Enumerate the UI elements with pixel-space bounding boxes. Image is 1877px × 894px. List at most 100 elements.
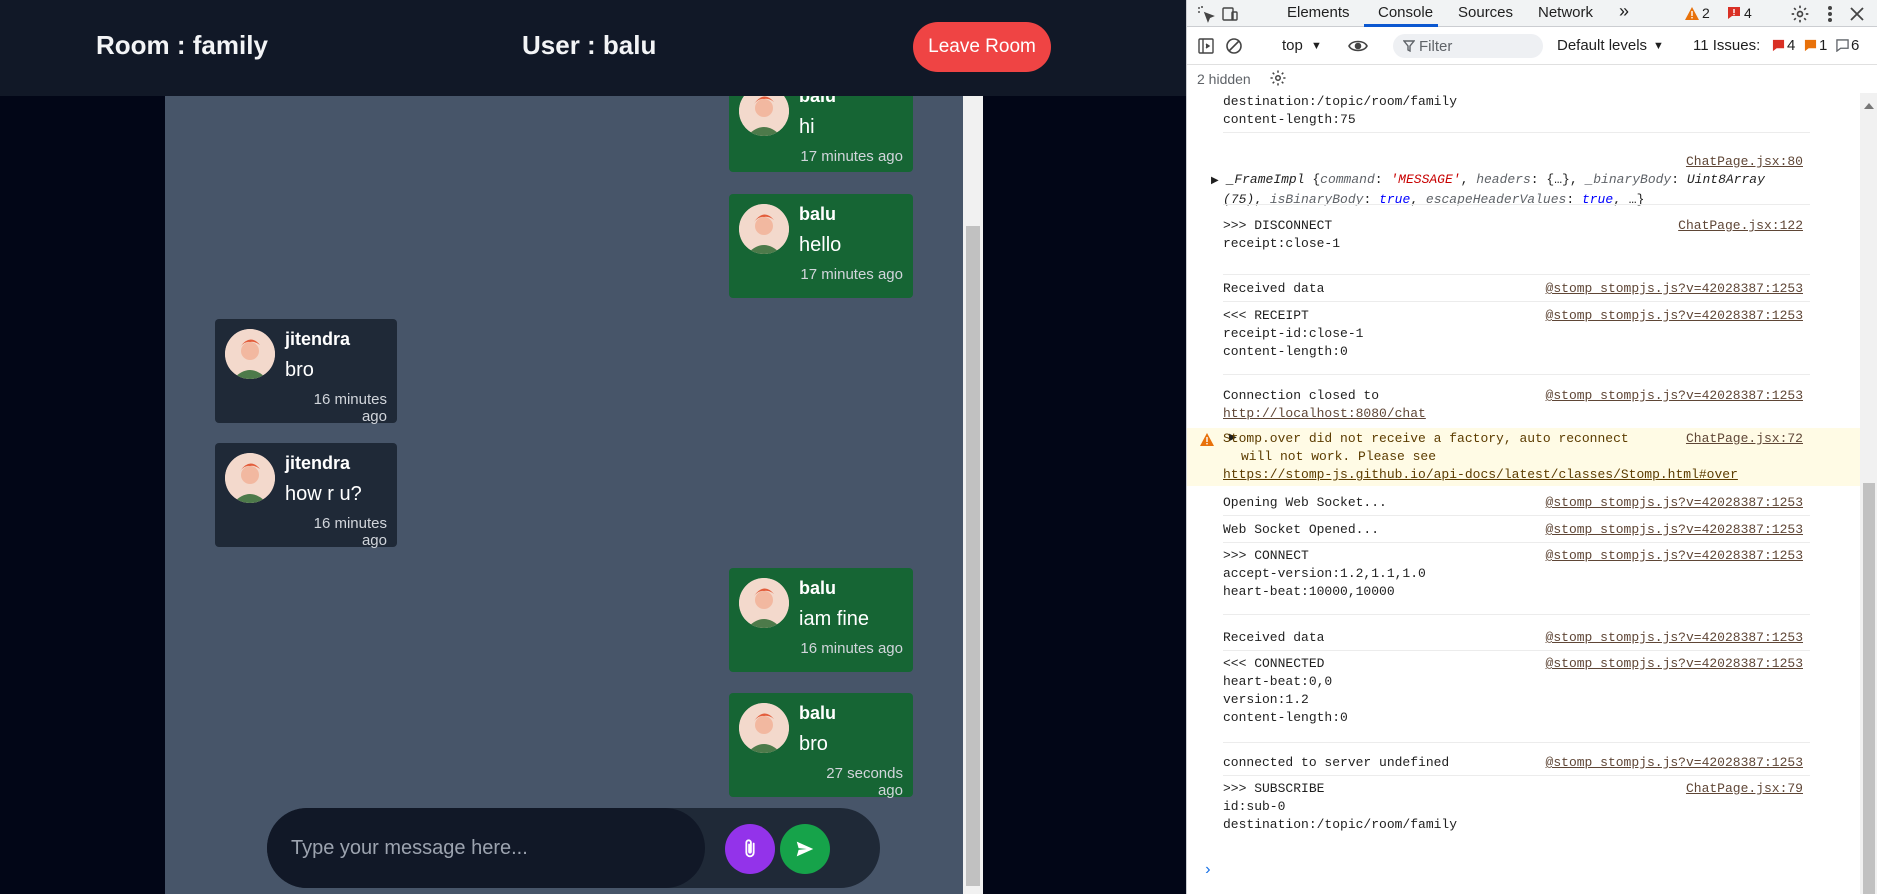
chevron-down-icon[interactable]: ▼: [1653, 40, 1664, 52]
chevron-down-icon[interactable]: ▼: [1311, 40, 1322, 52]
log-source-link[interactable]: @stomp_stompjs.js?v=42028387:1253: [1546, 521, 1803, 539]
errors-badge[interactable]: 4: [1727, 5, 1752, 21]
hidden-messages-bar: 2 hidden: [1187, 65, 1877, 93]
tab-elements[interactable]: Elements: [1287, 4, 1350, 21]
warning-icon: [1685, 6, 1699, 20]
message-bubble: jitendra how r u? 16 minutes ago: [215, 443, 397, 549]
message-time: 17 minutes ago: [800, 266, 903, 283]
message-time: 16 minutes ago: [313, 391, 387, 425]
message-input[interactable]: [267, 808, 705, 888]
log-source-link[interactable]: @stomp_stompjs.js?v=42028387:1253: [1546, 307, 1803, 325]
issues-warnings-count: 1: [1819, 37, 1828, 54]
message-text: how r u?: [285, 483, 362, 505]
send-button[interactable]: [780, 824, 830, 874]
console-message: connected to server undefined @stomp_sto…: [1187, 754, 1860, 776]
console-message: Received data @stomp_stompjs.js?v=420283…: [1187, 280, 1860, 302]
inspect-element-icon[interactable]: [1195, 3, 1217, 25]
message-sender: jitendra: [285, 453, 351, 473]
log-source-link[interactable]: ChatPage.jsx:80: [1686, 153, 1803, 171]
message-sender: jitendra: [285, 329, 351, 349]
chat-scrollbar-thumb[interactable]: [966, 226, 980, 886]
log-source-link[interactable]: @stomp_stompjs.js?v=42028387:1253: [1546, 280, 1803, 298]
log-text: >>> CONNECT accept-version:1.2,1.1,1.0 h…: [1223, 548, 1426, 599]
console-message: >>> SUBSCRIBE id:sub-0 destination:/topi…: [1187, 780, 1860, 842]
message-text: iam fine: [799, 608, 870, 630]
log-source-link[interactable]: ChatPage.jsx:79: [1686, 780, 1803, 798]
message-time: 16 minutes ago: [313, 515, 387, 549]
gear-icon[interactable]: [1789, 3, 1811, 25]
log-text: destination:/topic/room/family content-l…: [1223, 94, 1458, 127]
console-message: Opening Web Socket... @stomp_stompjs.js?…: [1187, 494, 1860, 516]
filter-input[interactable]: Filter: [1393, 34, 1543, 58]
avatar: [225, 453, 275, 503]
console-message: destination:/topic/room/family content-l…: [1187, 93, 1860, 133]
log-text: Received data: [1223, 630, 1325, 645]
message-list[interactable]: balu hi 17 minutes ago balu hello 17 min…: [165, 96, 963, 894]
log-link[interactable]: http://localhost:8080/chat: [1223, 405, 1426, 423]
log-source-link[interactable]: ChatPage.jsx:122: [1678, 217, 1803, 235]
scroll-up-arrow-icon[interactable]: [1864, 103, 1874, 109]
context-selector[interactable]: top: [1282, 37, 1303, 54]
log-text: Opening Web Socket...: [1223, 495, 1387, 510]
send-icon: [796, 841, 814, 857]
log-source-link[interactable]: @stomp_stompjs.js?v=42028387:1253: [1546, 387, 1803, 405]
console-toolbar: top ▼ Filter Default levels ▼ 11 Issues:…: [1187, 27, 1877, 65]
live-expression-eye-icon[interactable]: [1347, 35, 1369, 57]
info-message-icon: [1836, 39, 1849, 52]
console-scrollbar-thumb[interactable]: [1863, 483, 1875, 894]
issues-errors-count: 4: [1787, 37, 1796, 54]
console-output[interactable]: destination:/topic/room/family content-l…: [1187, 93, 1860, 894]
error-icon: [1772, 39, 1785, 52]
message-sender: balu: [799, 578, 837, 598]
log-text: <<< CONNECTED heart-beat:0,0 version:1.2…: [1223, 656, 1348, 725]
issues-info-count: 6: [1851, 37, 1860, 54]
message-sender: balu: [799, 703, 837, 723]
tab-sources[interactable]: Sources: [1458, 4, 1513, 21]
attach-button[interactable]: [725, 824, 775, 874]
log-source-link[interactable]: @stomp_stompjs.js?v=42028387:1253: [1546, 754, 1803, 772]
console-message: >>> DISCONNECT receipt:close-1 ChatPage.…: [1187, 217, 1860, 275]
avatar: [739, 204, 789, 254]
message-time: 17 minutes ago: [800, 148, 903, 165]
console-message: Received data @stomp_stompjs.js?v=420283…: [1187, 629, 1860, 651]
device-toolbar-icon[interactable]: [1219, 3, 1241, 25]
expand-triangle-icon[interactable]: ▶: [1211, 176, 1219, 187]
message-bubble: balu hello 17 minutes ago: [729, 194, 913, 298]
message-composer: [267, 808, 880, 888]
log-source-link[interactable]: @stomp_stompjs.js?v=42028387:1253: [1546, 494, 1803, 512]
tab-network[interactable]: Network: [1538, 4, 1593, 21]
avatar: [225, 329, 275, 379]
log-levels-dropdown[interactable]: Default levels: [1557, 37, 1647, 54]
more-tabs-icon[interactable]: »: [1619, 1, 1629, 22]
kebab-menu-icon[interactable]: [1819, 3, 1841, 25]
message-text: bro: [285, 359, 314, 381]
log-source-link[interactable]: ChatPage.jsx:72: [1686, 430, 1803, 448]
log-source-link[interactable]: @stomp_stompjs.js?v=42028387:1253: [1546, 655, 1803, 673]
message-text: hello: [799, 234, 842, 256]
avatar: [739, 578, 789, 628]
console-warning: ▶ Stomp.over did not receive a factory, …: [1187, 428, 1860, 486]
tab-console[interactable]: Console: [1378, 4, 1433, 21]
chat-scrollbar[interactable]: [963, 96, 983, 894]
warnings-badge[interactable]: 2: [1685, 5, 1710, 21]
avatar: [739, 703, 789, 753]
log-text: Web Socket Opened...: [1223, 522, 1380, 537]
log-link[interactable]: https://stomp-js.github.io/api-docs/late…: [1223, 466, 1738, 484]
close-icon[interactable]: [1846, 3, 1868, 25]
leave-room-button[interactable]: Leave Room: [913, 22, 1051, 72]
gear-icon[interactable]: [1267, 67, 1289, 89]
log-text: Stomp.over did not receive a factory, au…: [1223, 431, 1629, 464]
issues-label[interactable]: 11 Issues:: [1693, 37, 1760, 54]
log-source-link[interactable]: @stomp_stompjs.js?v=42028387:1253: [1546, 629, 1803, 647]
sidebar-toggle-icon[interactable]: [1195, 35, 1217, 57]
message-text: bro: [799, 733, 828, 755]
user-title: User : balu: [522, 30, 657, 60]
console-prompt-chevron-icon[interactable]: ›: [1203, 861, 1213, 879]
log-text: Received data: [1223, 281, 1325, 296]
message-bubble: balu hi 17 minutes ago: [729, 96, 913, 172]
console-scrollbar[interactable]: [1860, 93, 1877, 894]
console-message: ChatPage.jsx:80 ▶ _FrameImpl {command: '…: [1187, 153, 1860, 207]
clear-console-icon[interactable]: [1223, 35, 1245, 57]
message-bubble: balu iam fine 16 minutes ago: [729, 568, 913, 672]
log-source-link[interactable]: @stomp_stompjs.js?v=42028387:1253: [1546, 547, 1803, 565]
